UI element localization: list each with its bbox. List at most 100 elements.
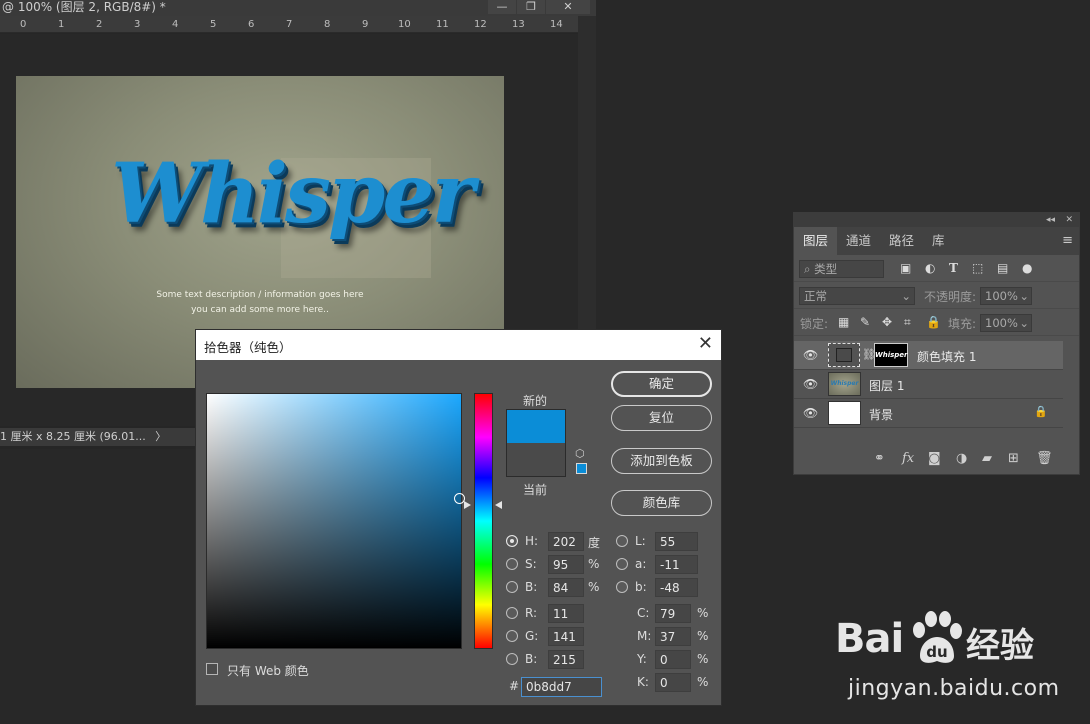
r-radio[interactable] bbox=[506, 607, 518, 619]
g-input[interactable] bbox=[548, 627, 584, 646]
lock-all-icon[interactable]: 🔒 bbox=[926, 315, 941, 329]
b-radio[interactable] bbox=[616, 581, 628, 593]
layer-row-background[interactable]: 👁 背景 🔒 bbox=[794, 399, 1063, 428]
horizontal-ruler[interactable]: 0 1 2 3 4 5 6 7 8 9 10 11 12 13 14 bbox=[0, 16, 578, 33]
blue-input[interactable] bbox=[548, 650, 584, 669]
ok-button[interactable]: 确定 bbox=[611, 371, 712, 397]
hue-slider-left-arrow-icon[interactable] bbox=[464, 501, 471, 509]
ruler-label: 12 bbox=[474, 19, 487, 30]
brightness-label: B: bbox=[525, 580, 538, 594]
panel-header-strip: ◂◂ ✕ bbox=[794, 213, 1079, 227]
fill-input[interactable]: 100% ⌄ bbox=[980, 314, 1032, 332]
fill-color-swatch bbox=[836, 348, 852, 362]
blend-mode-value: 正常 bbox=[804, 289, 827, 303]
layer-name[interactable]: 颜色填充 1 bbox=[917, 348, 976, 365]
new-layer-icon[interactable]: ⊞ bbox=[1008, 451, 1019, 466]
new-adjustment-icon[interactable]: ◑ bbox=[956, 451, 967, 466]
lock-paint-icon[interactable]: ✎ bbox=[860, 315, 870, 329]
layer-thumbnail[interactable]: Whisper bbox=[828, 372, 861, 396]
close-panel-icon[interactable]: ✕ bbox=[1065, 213, 1073, 227]
visibility-eye-icon[interactable]: 👁 bbox=[803, 348, 818, 362]
tab-layers[interactable]: 图层 bbox=[794, 227, 838, 255]
y-input[interactable] bbox=[655, 650, 691, 669]
r-input[interactable] bbox=[548, 604, 584, 623]
tab-channels[interactable]: 通道 bbox=[837, 227, 880, 255]
k-input[interactable] bbox=[655, 673, 691, 692]
fill-color-thumbnail[interactable] bbox=[828, 343, 860, 367]
chevron-down-icon: ⌄ bbox=[1019, 316, 1029, 330]
saturation-brightness-field[interactable] bbox=[206, 393, 465, 649]
current-color-swatch[interactable] bbox=[506, 443, 566, 477]
minimize-button[interactable]: — bbox=[488, 0, 516, 14]
restore-button[interactable]: ❐ bbox=[517, 0, 545, 14]
blend-mode-select[interactable]: 正常 ⌄ bbox=[799, 287, 915, 305]
delete-layer-trash-icon[interactable]: 🗑 bbox=[1036, 451, 1053, 466]
l-radio[interactable] bbox=[616, 535, 628, 547]
artwork-headline: Whisper bbox=[111, 146, 475, 242]
h-input[interactable] bbox=[548, 532, 584, 551]
opacity-input[interactable]: 100% ⌄ bbox=[980, 287, 1032, 305]
tab-libraries[interactable]: 库 bbox=[923, 227, 954, 255]
add-mask-icon[interactable]: ◙ bbox=[928, 451, 941, 466]
m-input[interactable] bbox=[655, 627, 691, 646]
filter-adjustment-icon[interactable]: ◐ bbox=[925, 261, 935, 275]
hex-input[interactable] bbox=[521, 677, 602, 697]
a-input[interactable] bbox=[655, 555, 698, 574]
close-button[interactable]: ✕ bbox=[546, 0, 590, 14]
chevron-down-icon: ⌄ bbox=[1019, 289, 1029, 303]
s-radio[interactable] bbox=[506, 558, 518, 570]
panel-menu-icon[interactable]: ≡ bbox=[1062, 227, 1073, 255]
filter-pixel-icon[interactable]: ▣ bbox=[900, 261, 911, 275]
document-titlebar[interactable]: @ 100% (图层 2, RGB/8#) * — ❐ ✕ bbox=[0, 0, 596, 16]
web-colors-only-checkbox[interactable] bbox=[206, 663, 218, 675]
blue-radio[interactable] bbox=[506, 653, 518, 665]
ruler-label: 4 bbox=[172, 19, 179, 30]
hue-slider-right-arrow-icon[interactable] bbox=[495, 501, 502, 509]
new-group-folder-icon[interactable]: ▰ bbox=[982, 451, 992, 466]
filter-kind-select[interactable]: ⌕ 类型 bbox=[799, 260, 884, 278]
add-to-swatches-button[interactable]: 添加到色板 bbox=[611, 448, 712, 474]
ruler-label: 3 bbox=[134, 19, 141, 30]
collapse-panel-icon[interactable]: ◂◂ bbox=[1046, 213, 1055, 227]
filter-type-icon[interactable]: T bbox=[949, 261, 958, 275]
layer-name[interactable]: 背景 bbox=[869, 406, 893, 423]
s-input[interactable] bbox=[548, 555, 584, 574]
layer-row-image[interactable]: 👁 Whisper 图层 1 bbox=[794, 370, 1063, 399]
filter-smart-object-icon[interactable]: ▤ bbox=[997, 261, 1008, 275]
brightness-input[interactable] bbox=[548, 578, 584, 597]
c-input[interactable] bbox=[655, 604, 691, 623]
color-libraries-button[interactable]: 颜色库 bbox=[611, 490, 712, 516]
lock-position-icon[interactable]: ✥ bbox=[882, 315, 892, 329]
filter-toggle-icon[interactable]: ● bbox=[1022, 261, 1032, 275]
layer-name[interactable]: 图层 1 bbox=[869, 377, 904, 394]
brightness-radio[interactable] bbox=[506, 581, 518, 593]
layer-thumbnail[interactable] bbox=[828, 401, 861, 425]
a-radio[interactable] bbox=[616, 558, 628, 570]
ruler-label: 13 bbox=[512, 19, 525, 30]
close-icon[interactable]: ✕ bbox=[698, 333, 713, 355]
status-menu-arrow-icon[interactable]: 〉 bbox=[155, 430, 166, 443]
layer-lock-icon: 🔒 bbox=[1034, 405, 1048, 418]
dialog-titlebar[interactable]: 拾色器（纯色） ✕ bbox=[196, 330, 721, 360]
h-radio[interactable] bbox=[506, 535, 518, 547]
layer-row-color-fill[interactable]: 👁 ⛓ Whisper 颜色填充 1 bbox=[794, 341, 1063, 370]
hue-slider[interactable] bbox=[474, 393, 493, 649]
l-input[interactable] bbox=[655, 532, 698, 551]
web-safe-cube-icon[interactable]: ⬡ bbox=[575, 447, 585, 460]
visibility-eye-icon[interactable]: 👁 bbox=[803, 377, 818, 391]
b-input[interactable] bbox=[655, 578, 698, 597]
layer-style-fx-icon[interactable]: fx bbox=[902, 451, 914, 466]
visibility-eye-icon[interactable]: 👁 bbox=[803, 406, 818, 420]
lock-transparent-icon[interactable]: ▦ bbox=[838, 315, 849, 329]
lock-artboard-icon[interactable]: ⌗ bbox=[904, 315, 911, 330]
reset-button[interactable]: 复位 bbox=[611, 405, 712, 431]
filter-shape-icon[interactable]: ⬚ bbox=[972, 261, 983, 275]
lock-label: 锁定: bbox=[800, 317, 829, 331]
link-layers-icon[interactable]: ⚭ bbox=[874, 451, 885, 466]
chevron-down-icon: ⌄ bbox=[901, 289, 911, 303]
tab-paths[interactable]: 路径 bbox=[880, 227, 923, 255]
layer-mask-thumbnail[interactable]: Whisper bbox=[874, 343, 908, 367]
web-safe-color-swatch[interactable] bbox=[576, 463, 587, 474]
fill-value: 100% bbox=[985, 316, 1018, 330]
g-radio[interactable] bbox=[506, 630, 518, 642]
